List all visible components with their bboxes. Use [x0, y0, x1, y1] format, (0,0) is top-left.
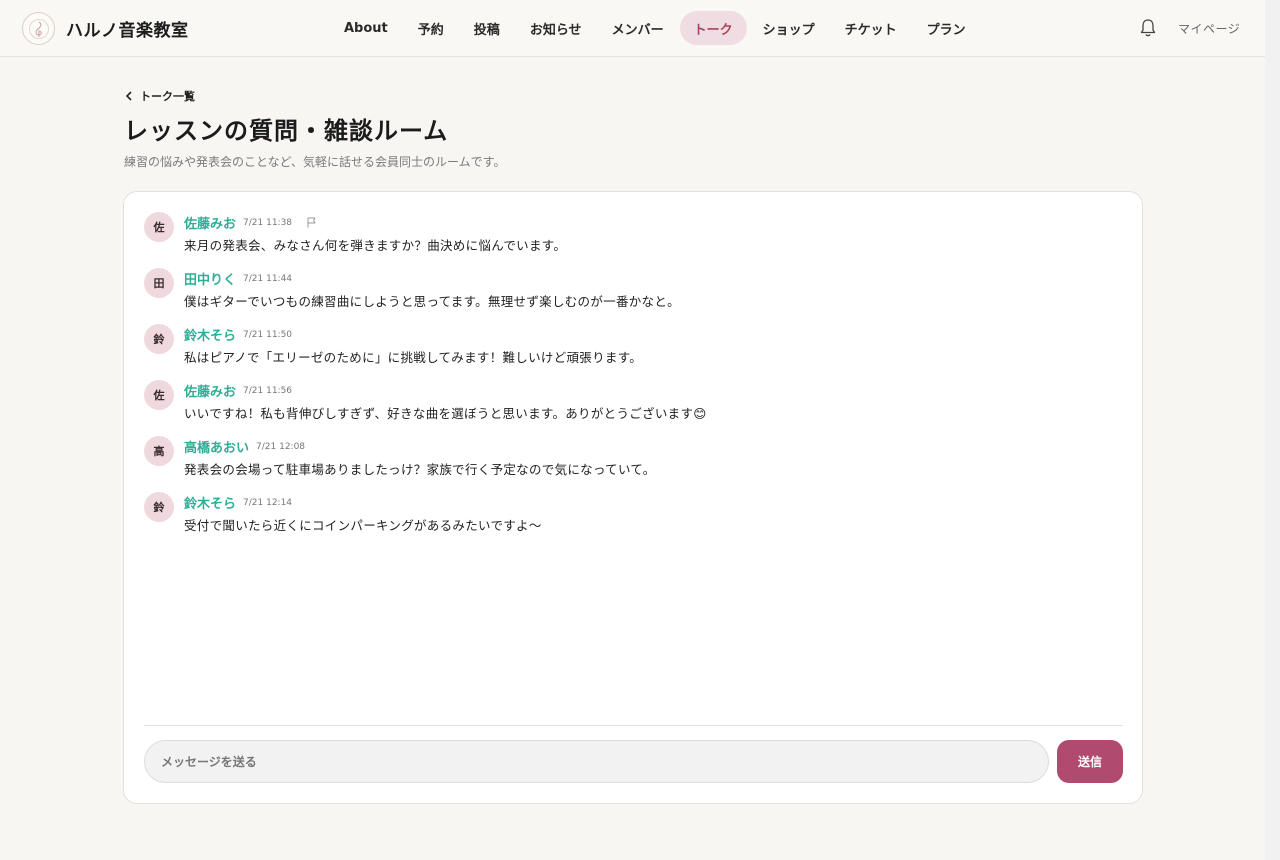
nav-item-about[interactable]: About: [330, 11, 402, 45]
message-author[interactable]: 佐藤みお: [184, 381, 236, 400]
message-timestamp: 7/21 11:44: [243, 273, 293, 284]
message-text: 発表会の会場って駐車場ありましたっけ？家族で行く予定なので気になっていて。: [184, 462, 656, 477]
avatar[interactable]: 鈴: [144, 492, 174, 522]
chevron-left-icon: [126, 91, 132, 101]
avatar[interactable]: 鈴: [144, 324, 174, 354]
message-text: 私はピアノで「エリーゼのために」に挑戦してみます！難しいけど頑張ります。: [184, 350, 643, 365]
message-author[interactable]: 鈴木そら: [184, 325, 236, 344]
nav-item-talk[interactable]: トーク: [679, 11, 747, 45]
message-text: いいですね！私も背伸びしすぎず、好きな曲を選ぼうと思います。ありがとうございます…: [184, 406, 707, 421]
brand-logo[interactable]: ハルノ音楽教室: [22, 12, 189, 45]
main-nav: About 予約 投稿 お知らせ メンバー トーク ショップ チケット プラン: [330, 11, 982, 45]
message-author[interactable]: 田中りく: [184, 269, 236, 288]
message-author[interactable]: 佐藤みお: [184, 213, 236, 232]
message-author[interactable]: 高橋あおい: [184, 437, 249, 456]
message-timestamp: 7/21 11:56: [243, 385, 293, 396]
back-to-talk-list[interactable]: トーク一覧: [124, 88, 195, 104]
message-timestamp: 7/21 11:50: [243, 329, 293, 340]
message-header: 高橋あおい 7/21 12:08: [184, 437, 305, 456]
nav-item-posts[interactable]: 投稿: [460, 11, 514, 45]
treble-clef-icon: [22, 12, 55, 45]
message-input[interactable]: [144, 740, 1049, 783]
send-button[interactable]: 送信: [1057, 740, 1123, 783]
message-text: 僕はギターでいつもの練習曲にしようと思ってます。無理せず楽しむのが一番かなと。: [184, 294, 680, 309]
avatar[interactable]: 佐: [144, 380, 174, 410]
message-author[interactable]: 鈴木そら: [184, 493, 236, 512]
flag-icon[interactable]: [306, 217, 317, 228]
bell-icon[interactable]: [1138, 17, 1158, 39]
page-title: レッスンの質問・雑談ルーム: [124, 117, 449, 145]
message-header: 鈴木そら 7/21 11:50: [184, 325, 292, 344]
page-description: 練習の悩みや発表会のことなど、気軽に話せる会員同士のルームです。: [124, 155, 506, 169]
avatar[interactable]: 佐: [144, 212, 174, 242]
top-header: ハルノ音楽教室 About 予約 投稿 お知らせ メンバー トーク ショップ チ…: [0, 0, 1265, 57]
nav-item-shop[interactable]: ショップ: [749, 11, 829, 45]
message-text: 受付で聞いたら近くにコインパーキングがあるみたいですよ〜: [184, 518, 542, 533]
back-link-label: トーク一覧: [140, 90, 195, 103]
brand-name: ハルノ音楽教室: [66, 21, 189, 41]
nav-item-reservation[interactable]: 予約: [404, 11, 458, 45]
avatar[interactable]: 田: [144, 268, 174, 298]
scrollbar[interactable]: [1265, 0, 1280, 860]
nav-item-news[interactable]: お知らせ: [516, 11, 596, 45]
message-header: 佐藤みお 7/21 11:56: [184, 381, 292, 400]
message-header: 佐藤みお 7/21 11:38: [184, 213, 317, 232]
message-timestamp: 7/21 11:38: [243, 217, 293, 228]
message-timestamp: 7/21 12:14: [243, 497, 293, 508]
message-header: 田中りく 7/21 11:44: [184, 269, 292, 288]
mypage-link[interactable]: マイページ: [1178, 20, 1240, 37]
nav-item-plans[interactable]: プラン: [913, 11, 980, 45]
nav-item-members[interactable]: メンバー: [598, 11, 678, 45]
chat-panel: 佐 佐藤みお 7/21 11:38 来月の発表会、みなさん何を弾きますか？曲決め…: [123, 191, 1143, 804]
message-header: 鈴木そら 7/21 12:14: [184, 493, 292, 512]
message-text: 来月の発表会、みなさん何を弾きますか？曲決めに悩んでいます。: [184, 238, 567, 253]
composer-divider: [144, 725, 1123, 726]
nav-item-tickets[interactable]: チケット: [831, 11, 911, 45]
message-timestamp: 7/21 12:08: [256, 441, 306, 452]
avatar[interactable]: 高: [144, 436, 174, 466]
